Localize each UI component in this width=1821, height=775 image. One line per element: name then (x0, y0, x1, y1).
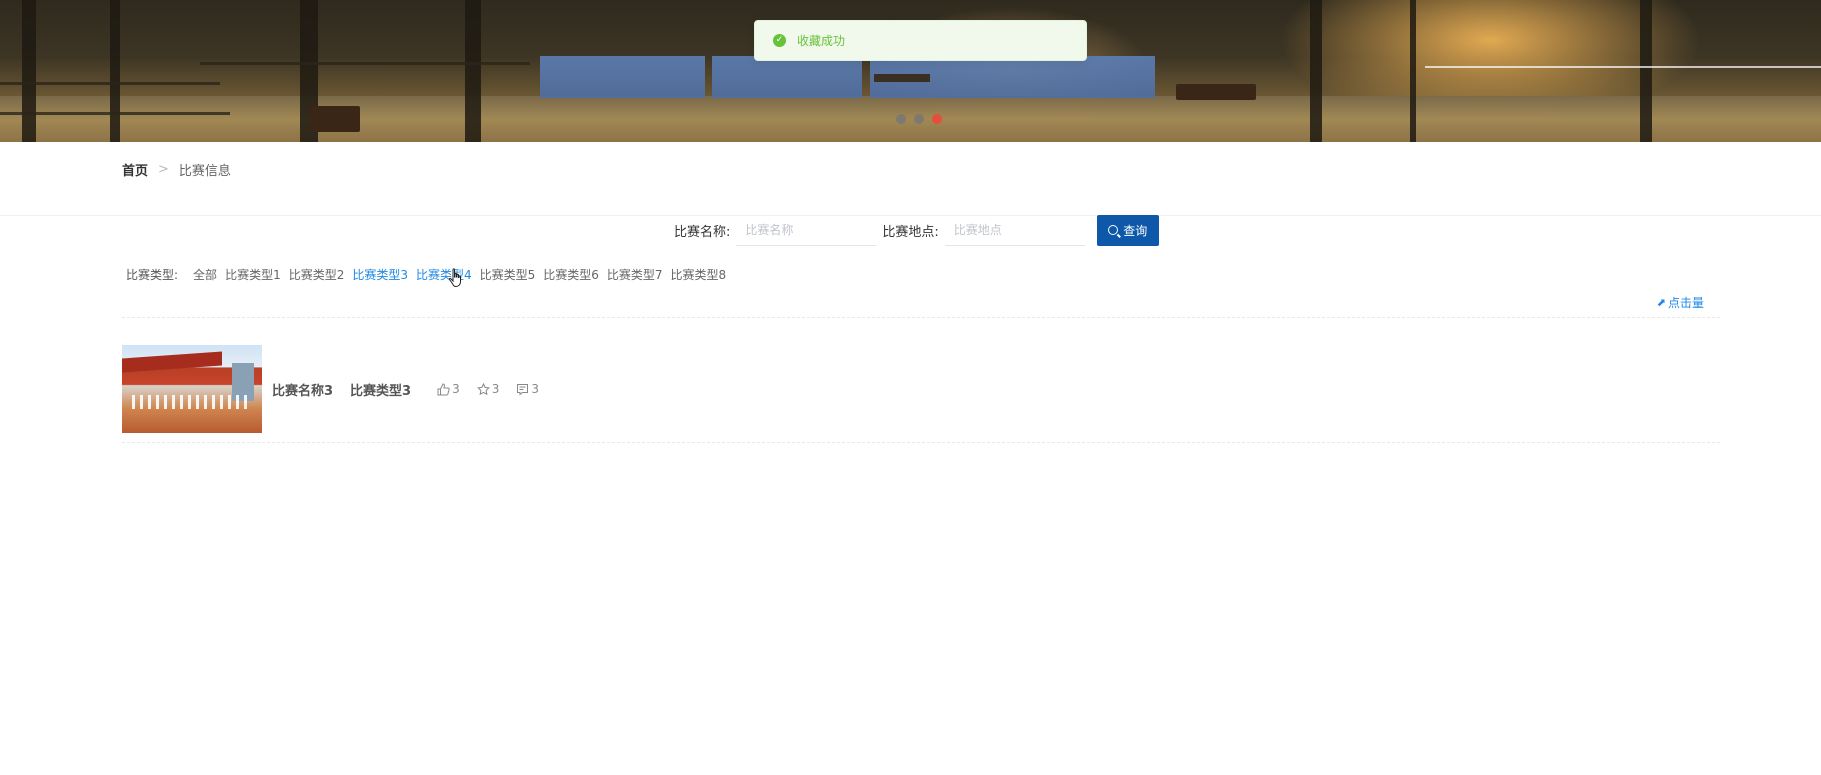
item-title[interactable]: 比赛名称3 (272, 380, 333, 399)
breadcrumb: 首页 > 比赛信息 (122, 160, 231, 179)
type-filter-label: 比赛类型: (126, 267, 179, 282)
banner-rail (0, 82, 220, 85)
type-filter-7[interactable]: 比赛类型7 (607, 266, 663, 283)
likes-count: 3 (452, 382, 460, 396)
toast-message: 收藏成功 (797, 34, 846, 48)
banner-tree (110, 0, 120, 142)
search-form: 比赛名称: 比赛地点: 查询 (674, 214, 1159, 246)
banner-tarp (712, 56, 862, 98)
sort-label: 点击量 (1667, 296, 1704, 310)
success-toast: ✓ 收藏成功 (754, 20, 1087, 61)
search-button[interactable]: 查询 (1096, 214, 1159, 246)
list-item[interactable]: 比赛名称3 比赛类型3 3 3 3 (122, 345, 1720, 433)
breadcrumb-home[interactable]: 首页 (122, 160, 148, 179)
banner-table (874, 74, 930, 82)
breadcrumb-separator: > (158, 162, 169, 177)
type-filter-1[interactable]: 比赛类型1 (225, 266, 281, 283)
check-circle-icon: ✓ (773, 34, 786, 47)
item-favorites: 3 (476, 382, 500, 396)
list-divider-bottom (122, 442, 1720, 443)
star-icon (476, 382, 490, 395)
type-filter-all[interactable]: 全部 (193, 266, 217, 283)
banner-tree (465, 0, 481, 142)
banner-rail (200, 62, 530, 65)
banner-tree (1310, 0, 1322, 142)
banner-bench (310, 106, 360, 132)
breadcrumb-current: 比赛信息 (178, 164, 231, 179)
carousel-dot[interactable] (914, 114, 924, 124)
hand-cursor-icon (448, 268, 461, 288)
favorites-count: 3 (491, 382, 500, 396)
item-likes: 3 (437, 382, 460, 396)
search-button-label: 查询 (1123, 223, 1148, 238)
banner-tree (1640, 0, 1652, 142)
name-label: 比赛名称: (674, 224, 731, 240)
banner-tree (22, 0, 36, 142)
carousel-dot-active[interactable] (932, 114, 942, 124)
type-filter-3[interactable]: 比赛类型3 (352, 266, 408, 283)
item-comments: 3 (516, 382, 539, 396)
banner-rail (0, 112, 230, 115)
banner-bench (1176, 84, 1256, 100)
place-label: 比赛地点: (882, 224, 939, 240)
search-icon (1108, 225, 1119, 235)
type-filter-5[interactable]: 比赛类型5 (480, 266, 536, 283)
comment-icon (517, 383, 529, 396)
list-divider-top (122, 317, 1720, 318)
banner-tarp (540, 56, 705, 98)
banner-net (1425, 66, 1821, 68)
sort-by-clicks[interactable]: ⬈ 点击量 (1657, 294, 1704, 311)
comments-count: 3 (531, 382, 540, 396)
trend-icon: ⬈ (1656, 296, 1666, 309)
type-filter: 比赛类型: 全部 比赛类型1 比赛类型2 比赛类型3 比赛类型4 比赛类型5 比… (126, 264, 734, 284)
carousel-dots (896, 114, 942, 124)
type-filter-8[interactable]: 比赛类型8 (671, 266, 727, 283)
type-filter-2[interactable]: 比赛类型2 (289, 266, 345, 283)
item-type: 比赛类型3 (350, 383, 412, 399)
item-thumbnail[interactable] (122, 345, 262, 433)
name-input[interactable] (736, 214, 877, 246)
place-input[interactable] (944, 214, 1085, 246)
type-filter-6[interactable]: 比赛类型6 (543, 266, 599, 283)
banner-tree (1410, 0, 1416, 142)
thumbs-up-icon (437, 382, 450, 395)
carousel-dot[interactable] (896, 114, 906, 124)
